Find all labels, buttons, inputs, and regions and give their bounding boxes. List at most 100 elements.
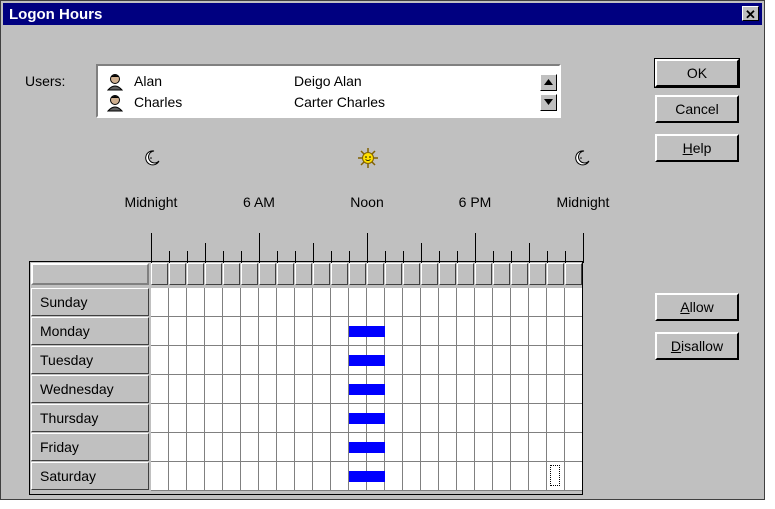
- hour-cell[interactable]: [565, 346, 583, 375]
- hour-cell[interactable]: [277, 433, 295, 462]
- day-button-tuesday[interactable]: Tuesday: [31, 346, 149, 374]
- hour-cell[interactable]: [241, 288, 259, 317]
- hour-header-button[interactable]: [511, 263, 528, 285]
- hour-cell[interactable]: [475, 288, 493, 317]
- hour-cell[interactable]: [457, 288, 475, 317]
- hour-cell[interactable]: [295, 404, 313, 433]
- hour-cell[interactable]: [187, 433, 205, 462]
- hour-cell[interactable]: [547, 288, 565, 317]
- day-button-friday[interactable]: Friday: [31, 433, 149, 461]
- hour-cell[interactable]: [313, 346, 331, 375]
- hour-cell[interactable]: [223, 433, 241, 462]
- hour-cell[interactable]: [565, 433, 583, 462]
- hour-cell[interactable]: [295, 288, 313, 317]
- hour-cell[interactable]: [151, 404, 169, 433]
- hour-header-button[interactable]: [565, 263, 582, 285]
- hour-cell[interactable]: [151, 317, 169, 346]
- hour-cell[interactable]: [331, 288, 349, 317]
- hour-cell[interactable]: [169, 317, 187, 346]
- hour-cell[interactable]: [421, 317, 439, 346]
- scroll-down-button[interactable]: [540, 94, 557, 111]
- select-all-button[interactable]: [31, 263, 149, 285]
- hour-header-button[interactable]: [529, 263, 546, 285]
- hour-cell[interactable]: [259, 375, 277, 404]
- hour-header-button[interactable]: [241, 263, 258, 285]
- hour-cell[interactable]: [259, 288, 277, 317]
- hour-cell[interactable]: [169, 346, 187, 375]
- hour-cell[interactable]: [169, 433, 187, 462]
- hour-cell[interactable]: [313, 462, 331, 491]
- hour-cell[interactable]: [421, 346, 439, 375]
- hour-cell[interactable]: [295, 317, 313, 346]
- hour-cell[interactable]: [313, 317, 331, 346]
- hour-cell[interactable]: [475, 462, 493, 491]
- hour-cell[interactable]: [403, 404, 421, 433]
- hour-cell[interactable]: [475, 404, 493, 433]
- hour-cell[interactable]: [151, 346, 169, 375]
- hour-cell[interactable]: [367, 288, 385, 317]
- hour-cell[interactable]: [331, 433, 349, 462]
- hour-header-button[interactable]: [295, 263, 312, 285]
- hour-cell[interactable]: [349, 462, 367, 491]
- hour-cell[interactable]: [259, 317, 277, 346]
- hour-cell[interactable]: [457, 375, 475, 404]
- hour-cell[interactable]: [349, 375, 367, 404]
- hour-header-button[interactable]: [331, 263, 348, 285]
- hour-cell[interactable]: [493, 346, 511, 375]
- hour-cell[interactable]: [187, 375, 205, 404]
- hour-cell[interactable]: [421, 462, 439, 491]
- hour-cell[interactable]: [385, 375, 403, 404]
- hour-header-button[interactable]: [169, 263, 186, 285]
- hour-cell[interactable]: [187, 462, 205, 491]
- hour-cell[interactable]: [295, 433, 313, 462]
- hour-cell[interactable]: [151, 462, 169, 491]
- hour-header-button[interactable]: [259, 263, 276, 285]
- users-listbox[interactable]: Alan Deigo Alan Charles Carter Charles: [96, 64, 561, 118]
- hour-cell[interactable]: [241, 346, 259, 375]
- hour-cell[interactable]: [313, 404, 331, 433]
- hour-header-button[interactable]: [457, 263, 474, 285]
- hour-cell[interactable]: [277, 317, 295, 346]
- hour-cell[interactable]: [457, 462, 475, 491]
- hour-cell[interactable]: [187, 346, 205, 375]
- hour-cell[interactable]: [529, 433, 547, 462]
- hour-cell[interactable]: [565, 288, 583, 317]
- hour-cell[interactable]: [187, 404, 205, 433]
- hour-cell[interactable]: [259, 404, 277, 433]
- hour-cell[interactable]: [547, 404, 565, 433]
- hour-cell[interactable]: [403, 346, 421, 375]
- hour-cell[interactable]: [223, 404, 241, 433]
- hour-cell[interactable]: [403, 317, 421, 346]
- hour-cell[interactable]: [241, 462, 259, 491]
- hour-cell[interactable]: [565, 317, 583, 346]
- hour-cell[interactable]: [313, 433, 331, 462]
- hour-cell[interactable]: [547, 433, 565, 462]
- hour-header-button[interactable]: [151, 263, 168, 285]
- hour-cell[interactable]: [295, 346, 313, 375]
- hour-cell[interactable]: [223, 346, 241, 375]
- hour-cell[interactable]: [529, 317, 547, 346]
- hour-cell[interactable]: [511, 288, 529, 317]
- hour-cell[interactable]: [205, 433, 223, 462]
- hour-cell[interactable]: [169, 462, 187, 491]
- scroll-up-button[interactable]: [540, 74, 557, 91]
- hour-cell[interactable]: [439, 346, 457, 375]
- hour-cell[interactable]: [565, 375, 583, 404]
- day-button-monday[interactable]: Monday: [31, 317, 149, 345]
- hour-cell[interactable]: [367, 404, 385, 433]
- hour-cell[interactable]: [511, 433, 529, 462]
- hour-cell[interactable]: [205, 375, 223, 404]
- help-button[interactable]: Help: [655, 134, 739, 162]
- hour-cell[interactable]: [421, 288, 439, 317]
- hour-cell[interactable]: [313, 375, 331, 404]
- hour-cell[interactable]: [277, 346, 295, 375]
- hour-cell[interactable]: [313, 288, 331, 317]
- hour-cell[interactable]: [367, 375, 385, 404]
- hour-cell[interactable]: [241, 433, 259, 462]
- hour-header-button[interactable]: [493, 263, 510, 285]
- list-item-charles[interactable]: Charles Carter Charles: [106, 93, 536, 113]
- hour-cell[interactable]: [205, 404, 223, 433]
- hour-cell[interactable]: [331, 346, 349, 375]
- hour-cell[interactable]: [259, 462, 277, 491]
- day-button-wednesday[interactable]: Wednesday: [31, 375, 149, 403]
